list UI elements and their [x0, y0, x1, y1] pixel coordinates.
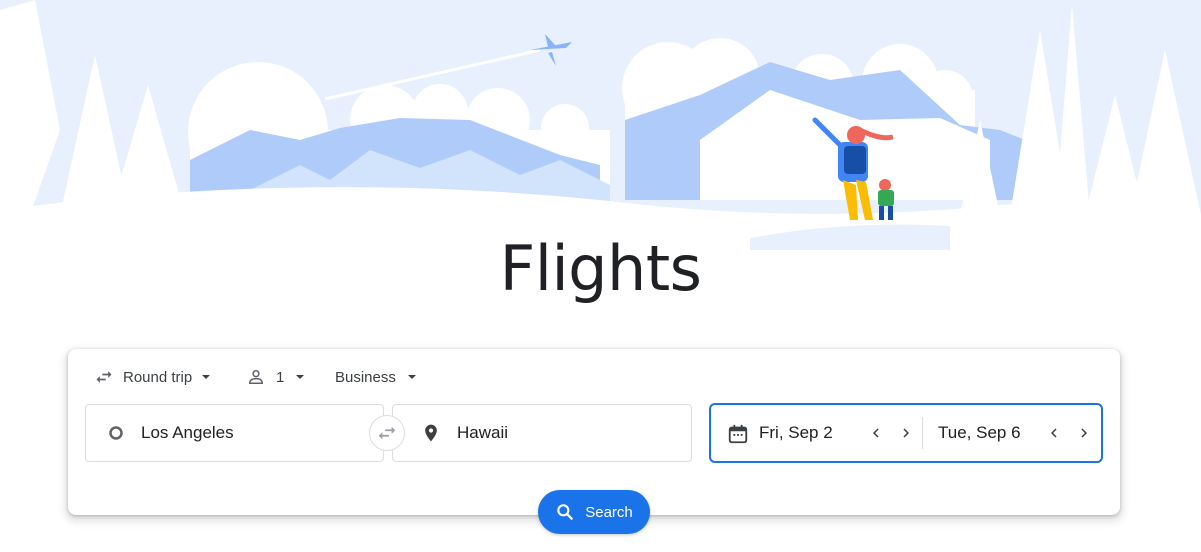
person-icon [246, 367, 266, 387]
search-button-label: Search [585, 503, 633, 521]
search-button[interactable]: Search [538, 490, 650, 534]
chevron-right-icon [897, 424, 915, 442]
origin-field[interactable]: Los Angeles [85, 404, 384, 462]
date-divider [922, 417, 923, 449]
cabin-class-dropdown[interactable]: Business [335, 365, 418, 389]
page-title: Flights [499, 232, 702, 305]
date-range-field[interactable]: Fri, Sep 2 Tue, Sep 6 [709, 403, 1103, 463]
destination-field[interactable]: Hawaii [392, 404, 692, 462]
caret-down-icon [200, 371, 212, 383]
origin-input[interactable]: Los Angeles [141, 423, 234, 443]
return-next-button[interactable] [1075, 424, 1093, 442]
hero-illustration [0, 0, 1201, 250]
destination-input[interactable]: Hawaii [457, 423, 508, 443]
swap-horiz-icon [94, 367, 114, 387]
swap-arrows-icon [376, 422, 398, 444]
passengers-dropdown[interactable]: 1 [246, 365, 306, 389]
departure-date[interactable]: Fri, Sep 2 [759, 423, 833, 443]
return-prev-button[interactable] [1045, 424, 1063, 442]
swap-route-button[interactable] [369, 415, 405, 451]
calendar-icon [727, 423, 749, 445]
chevron-left-icon [1045, 424, 1063, 442]
location-pin-icon [421, 423, 441, 443]
trip-type-dropdown[interactable]: Round trip [94, 365, 212, 389]
passengers-count: 1 [276, 368, 285, 386]
caret-down-icon [406, 371, 418, 383]
caret-down-icon [294, 371, 306, 383]
circle-outline-icon [108, 425, 124, 441]
hero-artwork [0, 0, 1201, 250]
trip-type-label: Round trip [123, 368, 193, 386]
chevron-right-icon [1075, 424, 1093, 442]
return-date[interactable]: Tue, Sep 6 [938, 423, 1021, 443]
cabin-class-label: Business [335, 368, 396, 386]
departure-prev-button[interactable] [867, 424, 885, 442]
departure-next-button[interactable] [897, 424, 915, 442]
search-icon [555, 502, 575, 522]
chevron-left-icon [867, 424, 885, 442]
